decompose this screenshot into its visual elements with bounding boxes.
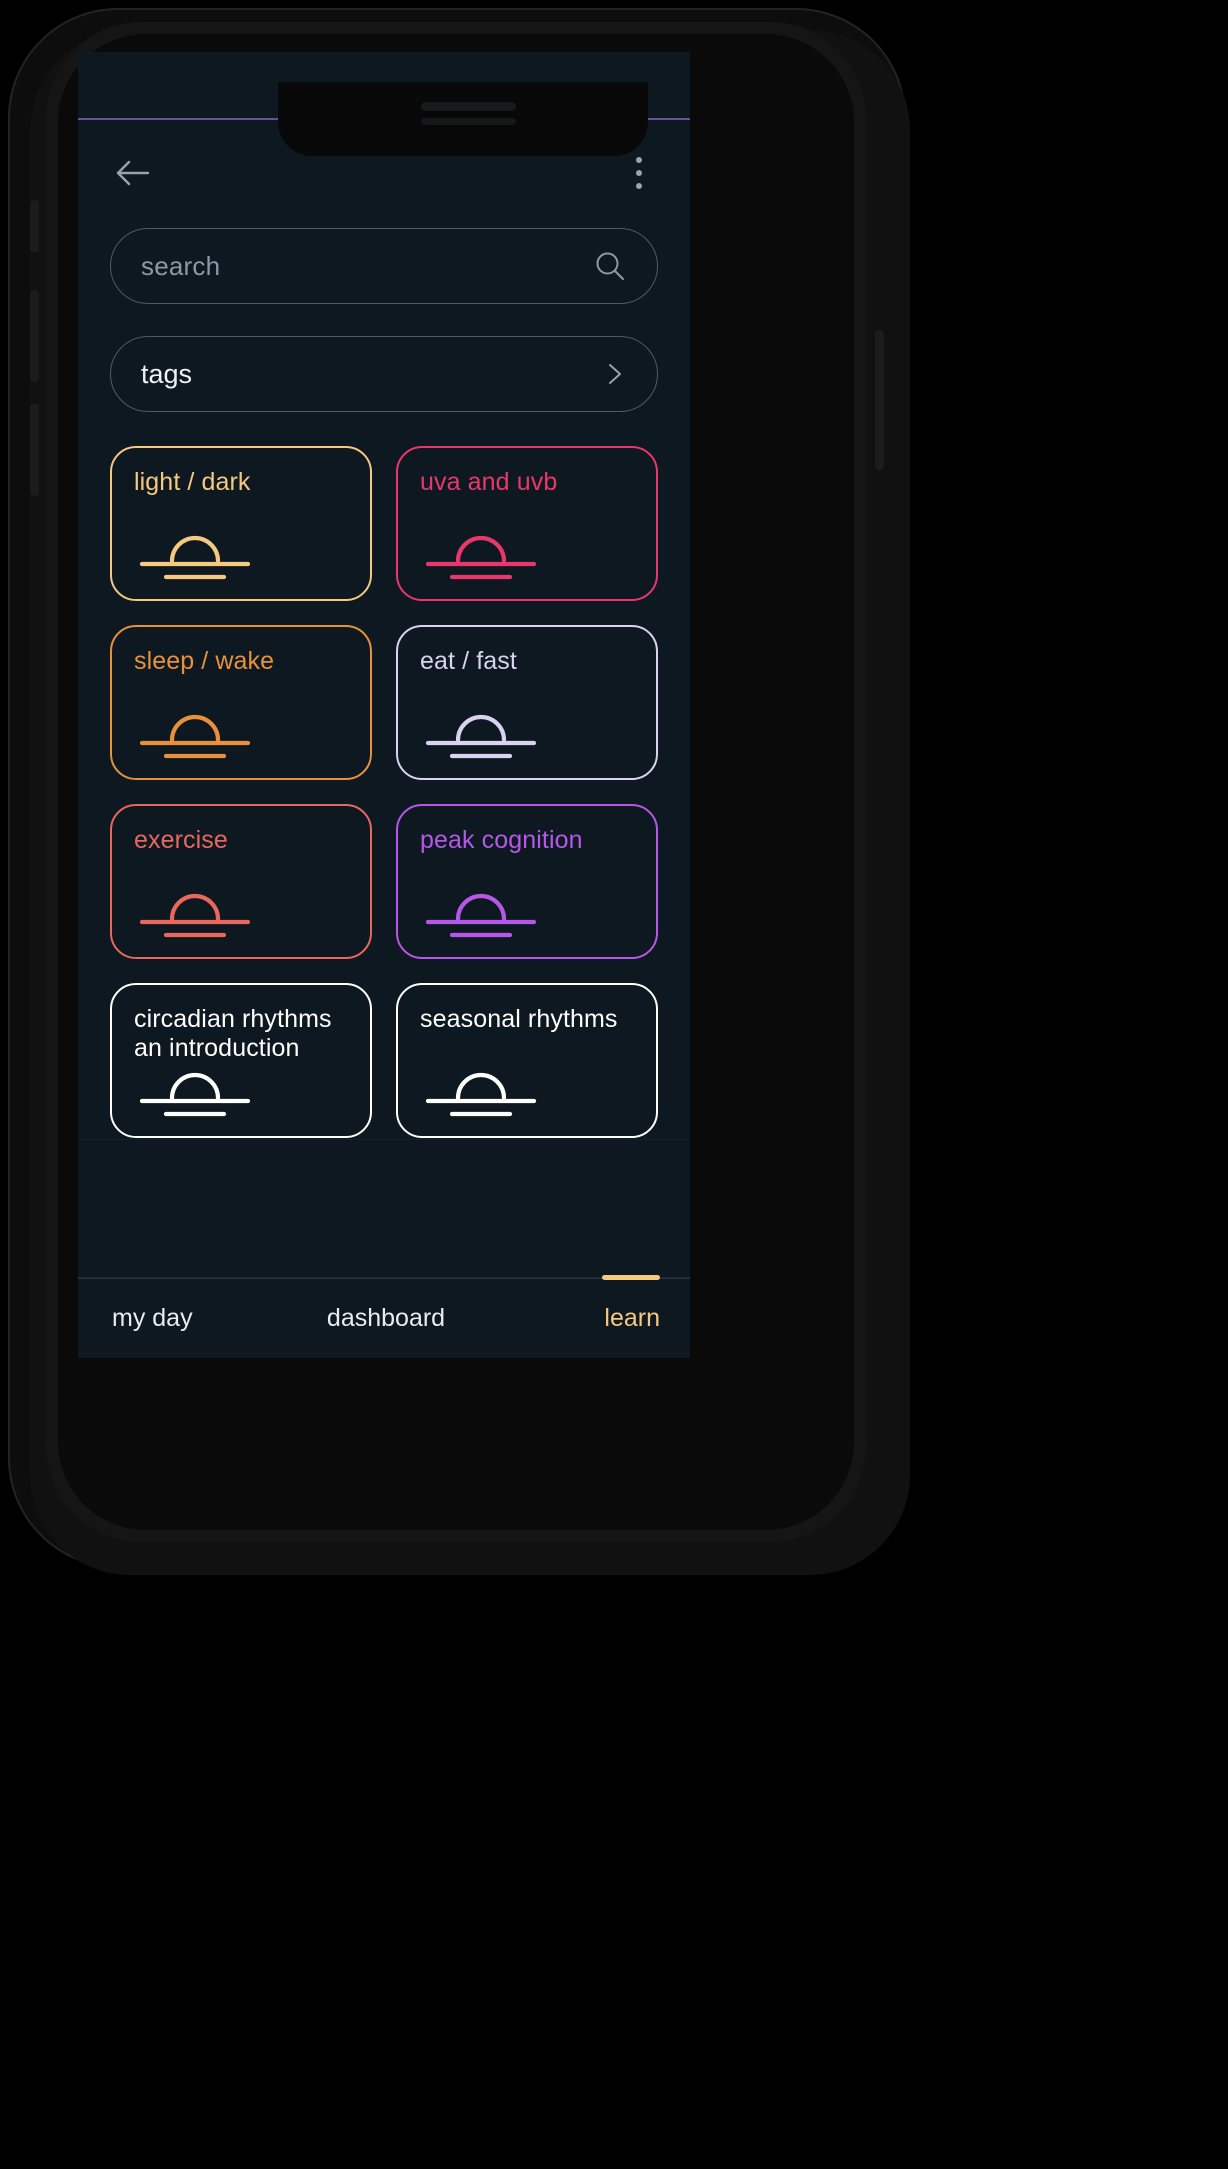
topic-card[interactable]: exercise <box>110 804 372 959</box>
topic-card-title: seasonal rhythms <box>420 1005 618 1033</box>
topic-card[interactable]: uva and uvb <box>396 446 658 601</box>
screenshot-root: search tags light / dark uva and uvb sle… <box>0 0 1228 2169</box>
sunrise-icon <box>422 527 540 583</box>
topic-card-grid: light / dark uva and uvb sleep / wake eat /… <box>110 446 658 1138</box>
topic-card-title: peak cognition <box>420 826 583 854</box>
tab-learn[interactable]: learn <box>477 1304 690 1333</box>
topic-card-title: sleep / wake <box>134 647 275 675</box>
topic-card[interactable]: eat / fast <box>396 625 658 780</box>
sunrise-icon <box>136 885 254 941</box>
topic-card[interactable]: peak cognition <box>396 804 658 959</box>
kebab-dot-1 <box>636 157 642 163</box>
overflow-menu-button[interactable] <box>622 152 656 194</box>
topic-card[interactable]: seasonal rhythms <box>396 983 658 1138</box>
search-field[interactable]: search <box>110 228 658 304</box>
active-tab-indicator <box>602 1275 660 1280</box>
chevron-right-icon <box>601 361 627 387</box>
earpiece-speaker <box>421 102 516 111</box>
sunrise-icon <box>422 1064 540 1120</box>
search-icon[interactable] <box>593 249 627 283</box>
tags-selector[interactable]: tags <box>110 336 658 412</box>
topic-card[interactable]: sleep / wake <box>110 625 372 780</box>
topic-card-title: exercise <box>134 826 228 854</box>
topic-card-title: uva and uvb <box>420 468 558 496</box>
earpiece-speaker-secondary <box>421 118 516 125</box>
arrow-left-icon <box>112 152 154 194</box>
sunrise-icon <box>136 1064 254 1120</box>
sunrise-icon <box>422 706 540 762</box>
sunrise-icon <box>136 527 254 583</box>
side-button-volume-down[interactable] <box>30 404 39 496</box>
content-bottom-divider <box>78 1138 690 1140</box>
tab-my-day[interactable]: my day <box>78 1304 295 1333</box>
topic-card-title: circadian rhythms an introduction <box>134 1005 332 1062</box>
topic-card-title: light / dark <box>134 468 251 496</box>
topic-card[interactable]: light / dark <box>110 446 372 601</box>
kebab-dot-3 <box>636 183 642 189</box>
sunrise-icon <box>422 885 540 941</box>
sunrise-icon <box>136 706 254 762</box>
phone-screen: search tags light / dark uva and uvb sle… <box>78 52 690 1358</box>
tags-label: tags <box>141 358 193 389</box>
kebab-dot-2 <box>636 170 642 176</box>
content-area: search tags light / dark uva and uvb sle… <box>78 228 690 1278</box>
topic-card-title: eat / fast <box>420 647 517 675</box>
back-button[interactable] <box>112 152 154 194</box>
search-placeholder: search <box>141 250 221 281</box>
bottom-tab-bar: my day dashboard learn <box>78 1275 690 1358</box>
topic-card[interactable]: circadian rhythms an introduction <box>110 983 372 1138</box>
side-button-silent[interactable] <box>30 200 39 252</box>
tab-dashboard[interactable]: dashboard <box>295 1304 478 1333</box>
side-button-volume-up[interactable] <box>30 290 39 382</box>
side-button-power[interactable] <box>875 330 884 470</box>
